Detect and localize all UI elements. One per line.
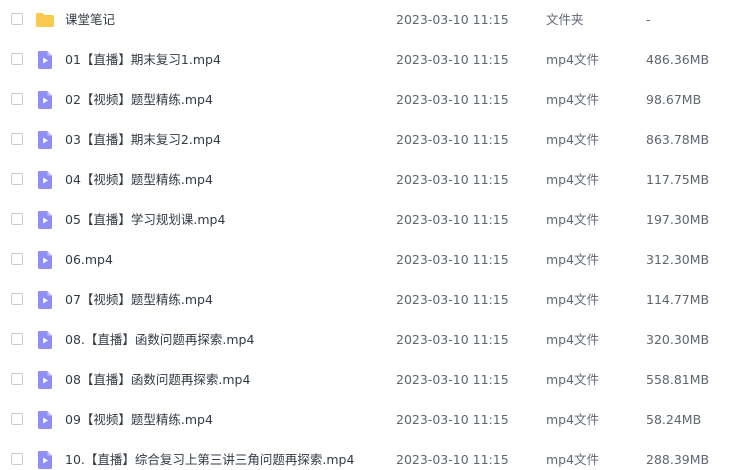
- file-size: 863.78MB: [646, 132, 710, 147]
- file-modified-date: 2023-03-10 11:15: [396, 92, 509, 107]
- row-checkbox[interactable]: [11, 453, 23, 465]
- file-modified-date: 2023-03-10 11:15: [396, 412, 509, 427]
- file-modified-date: 2023-03-10 11:15: [396, 252, 509, 267]
- file-size: 98.67MB: [646, 92, 702, 107]
- row-checkbox[interactable]: [11, 93, 23, 105]
- video-file-icon: [35, 410, 55, 430]
- file-name[interactable]: 10.【直播】综合复习上第三讲三角问题再探索.mp4: [65, 440, 354, 470]
- file-name[interactable]: 04【视频】题型精练.mp4: [65, 160, 213, 200]
- row-checkbox[interactable]: [11, 133, 23, 145]
- file-row[interactable]: 02【视频】题型精练.mp4 2023-03-10 11:15 mp4文件 98.67…: [0, 80, 732, 120]
- video-file-icon: [35, 210, 55, 230]
- video-file-icon: [35, 90, 55, 110]
- video-file-icon: [35, 370, 55, 390]
- file-modified-date: 2023-03-10 11:15: [396, 332, 509, 347]
- file-size: -: [646, 12, 651, 27]
- video-file-icon: [35, 290, 55, 310]
- folder-icon: [35, 10, 55, 30]
- file-row[interactable]: 课堂笔记 2023-03-10 11:15 文件夹 -: [0, 0, 732, 40]
- file-name[interactable]: 01【直播】期末复习1.mp4: [65, 40, 221, 80]
- file-modified-date: 2023-03-10 11:15: [396, 372, 509, 387]
- file-modified-date: 2023-03-10 11:15: [396, 292, 509, 307]
- file-type: mp4文件: [546, 252, 600, 267]
- row-checkbox[interactable]: [11, 333, 23, 345]
- row-checkbox[interactable]: [11, 373, 23, 385]
- file-type: mp4文件: [546, 332, 600, 347]
- file-modified-date: 2023-03-10 11:15: [396, 212, 509, 227]
- file-row[interactable]: 06.mp4 2023-03-10 11:15 mp4文件 312.30MB: [0, 240, 732, 280]
- file-size: 117.75MB: [646, 172, 710, 187]
- video-file-icon: [35, 50, 55, 70]
- file-modified-date: 2023-03-10 11:15: [396, 132, 509, 147]
- file-size: 486.36MB: [646, 52, 710, 67]
- file-size: 58.24MB: [646, 412, 702, 427]
- file-size: 320.30MB: [646, 332, 710, 347]
- file-type: mp4文件: [546, 292, 600, 307]
- file-row[interactable]: 08【直播】函数问题再探索.mp4 2023-03-10 11:15 mp4文件 55…: [0, 360, 732, 400]
- row-checkbox[interactable]: [11, 173, 23, 185]
- file-type: mp4文件: [546, 372, 600, 387]
- video-file-icon: [35, 250, 55, 270]
- file-name[interactable]: 03【直播】期末复习2.mp4: [65, 120, 221, 160]
- file-row[interactable]: 01【直播】期末复习1.mp4 2023-03-10 11:15 mp4文件 486.…: [0, 40, 732, 80]
- file-name[interactable]: 09【视频】题型精练.mp4: [65, 400, 213, 440]
- file-type: mp4文件: [546, 132, 600, 147]
- file-row[interactable]: 07【视频】题型精练.mp4 2023-03-10 11:15 mp4文件 114.7…: [0, 280, 732, 320]
- file-type: mp4文件: [546, 52, 600, 67]
- file-type: mp4文件: [546, 172, 600, 187]
- file-size: 312.30MB: [646, 252, 710, 267]
- video-file-icon: [35, 330, 55, 350]
- file-name[interactable]: 课堂笔记: [65, 0, 115, 40]
- file-row[interactable]: 03【直播】期末复习2.mp4 2023-03-10 11:15 mp4文件 863.…: [0, 120, 732, 160]
- file-row[interactable]: 09【视频】题型精练.mp4 2023-03-10 11:15 mp4文件 58.24…: [0, 400, 732, 440]
- video-file-icon: [35, 170, 55, 190]
- file-size: 288.39MB: [646, 452, 710, 467]
- file-size: 114.77MB: [646, 292, 710, 307]
- file-modified-date: 2023-03-10 11:15: [396, 12, 509, 27]
- row-checkbox[interactable]: [11, 253, 23, 265]
- file-name[interactable]: 08【直播】函数问题再探索.mp4: [65, 360, 250, 400]
- file-modified-date: 2023-03-10 11:15: [396, 52, 509, 67]
- file-type: mp4文件: [546, 412, 600, 427]
- file-name[interactable]: 05【直播】学习规划课.mp4: [65, 200, 225, 240]
- file-modified-date: 2023-03-10 11:15: [396, 172, 509, 187]
- file-modified-date: 2023-03-10 11:15: [396, 452, 509, 467]
- file-row[interactable]: 10.【直播】综合复习上第三讲三角问题再探索.mp4 2023-03-10 11:…: [0, 440, 732, 470]
- file-name[interactable]: 08.【直播】函数问题再探索.mp4: [65, 320, 254, 360]
- file-type: mp4文件: [546, 452, 600, 467]
- file-row[interactable]: 04【视频】题型精练.mp4 2023-03-10 11:15 mp4文件 117.7…: [0, 160, 732, 200]
- file-name[interactable]: 07【视频】题型精练.mp4: [65, 280, 213, 320]
- file-row[interactable]: 08.【直播】函数问题再探索.mp4 2023-03-10 11:15 mp4文件 3…: [0, 320, 732, 360]
- row-checkbox[interactable]: [11, 53, 23, 65]
- file-name[interactable]: 02【视频】题型精练.mp4: [65, 80, 213, 120]
- file-type: 文件夹: [546, 12, 584, 27]
- file-size: 558.81MB: [646, 372, 710, 387]
- file-row[interactable]: 05【直播】学习规划课.mp4 2023-03-10 11:15 mp4文件 197.…: [0, 200, 732, 240]
- file-type: mp4文件: [546, 92, 600, 107]
- file-name[interactable]: 06.mp4: [65, 240, 113, 280]
- video-file-icon: [35, 450, 55, 470]
- video-file-icon: [35, 130, 55, 150]
- row-checkbox[interactable]: [11, 293, 23, 305]
- file-type: mp4文件: [546, 212, 600, 227]
- file-size: 197.30MB: [646, 212, 710, 227]
- row-checkbox[interactable]: [11, 413, 23, 425]
- file-list: 课堂笔记 2023-03-10 11:15 文件夹 - 01【直播】期末复习1.mp4 2…: [0, 0, 732, 470]
- row-checkbox[interactable]: [11, 213, 23, 225]
- row-checkbox[interactable]: [11, 13, 23, 25]
